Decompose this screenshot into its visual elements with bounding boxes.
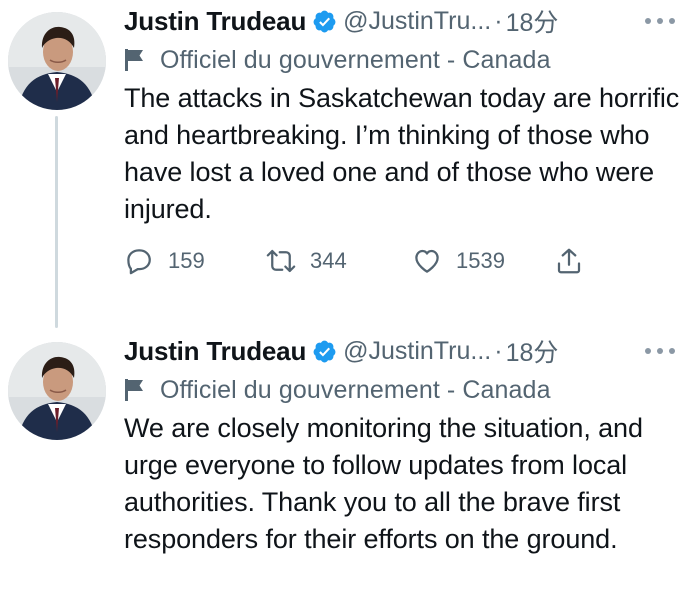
tweet-header: Justin Trudeau @JustinTru... · 18分	[124, 334, 680, 368]
avatar-photo	[8, 342, 106, 440]
author-handle[interactable]: @JustinTru...	[343, 7, 491, 36]
separator: ·	[494, 336, 503, 365]
tweet-text: The attacks in Saskatchewan today are ho…	[124, 83, 680, 224]
tweet-actions: 159 344 1539	[124, 246, 680, 276]
more-horizontal-icon[interactable]	[640, 6, 680, 36]
tweet-content: Justin Trudeau @JustinTru... · 18分 Offic…	[124, 4, 680, 276]
author-name[interactable]: Justin Trudeau	[124, 6, 306, 37]
thread-line	[55, 116, 58, 328]
heart-icon	[415, 249, 439, 273]
retweet-count: 344	[310, 248, 347, 273]
avatar[interactable]	[8, 342, 106, 440]
share-button[interactable]	[554, 246, 594, 276]
government-label: Officiel du gouvernement - Canada	[124, 42, 680, 78]
avatar-photo	[8, 12, 106, 110]
tweet-text: We are closely monitoring the situation,…	[124, 413, 643, 554]
timestamp[interactable]: 18分	[506, 333, 559, 369]
government-label: Officiel du gouvernement - Canada	[124, 372, 680, 408]
tweet-header: Justin Trudeau @JustinTru... · 18分	[124, 4, 680, 38]
more-horizontal-icon[interactable]	[640, 336, 680, 366]
government-label-text: Officiel du gouvernement - Canada	[160, 375, 551, 404]
share-icon	[557, 248, 581, 274]
like-button[interactable]: 1539	[412, 246, 554, 276]
government-label-text: Officiel du gouvernement - Canada	[160, 45, 551, 74]
timestamp[interactable]: 18分	[506, 3, 559, 39]
verified-badge-icon	[313, 10, 336, 32]
tweet[interactable]: Justin Trudeau @JustinTru... · 18分 Offic…	[0, 0, 684, 330]
retweet-button[interactable]: 344	[266, 246, 412, 276]
avatar[interactable]	[8, 12, 106, 110]
author-name[interactable]: Justin Trudeau	[124, 336, 306, 367]
separator: ·	[494, 6, 503, 35]
retweet-icon	[266, 249, 296, 273]
reply-icon	[127, 249, 151, 275]
reply-count: 159	[168, 248, 205, 273]
like-count: 1539	[456, 248, 505, 273]
government-flag-icon	[125, 49, 143, 71]
tweet-content: Justin Trudeau @JustinTru... · 18分 Offic…	[124, 334, 680, 558]
reply-button[interactable]: 159	[124, 246, 266, 276]
verified-badge-icon	[313, 340, 336, 362]
tweet[interactable]: Justin Trudeau @JustinTru... · 18分 Offic…	[0, 330, 684, 613]
government-flag-icon	[125, 379, 143, 401]
author-handle[interactable]: @JustinTru...	[343, 337, 491, 366]
